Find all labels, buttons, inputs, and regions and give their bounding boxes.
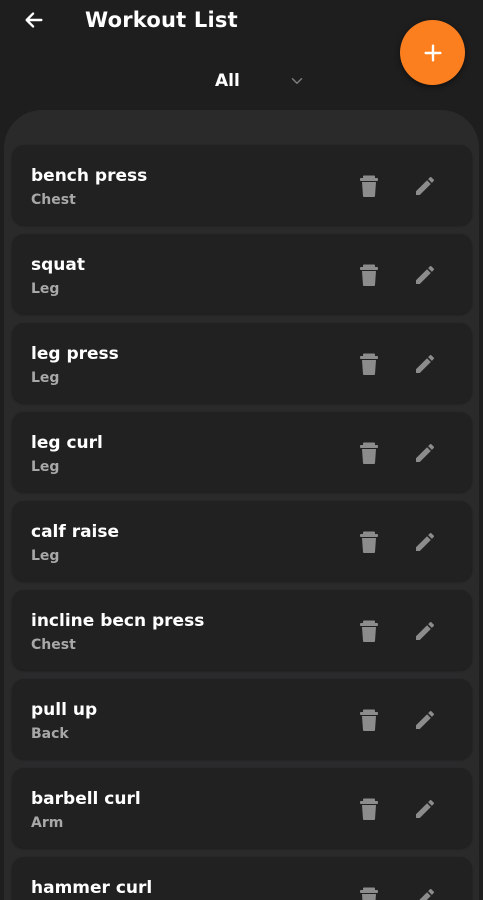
workout-category: Chest	[31, 637, 76, 653]
page-title: Workout List	[85, 8, 238, 32]
delete-workout-button[interactable]	[355, 795, 383, 823]
workout-name: pull up	[31, 700, 98, 720]
workout-category: Back	[31, 726, 69, 742]
delete-workout-button[interactable]	[355, 617, 383, 645]
delete-workout-button[interactable]	[355, 439, 383, 467]
delete-workout-button[interactable]	[355, 172, 383, 200]
edit-workout-button[interactable]	[411, 172, 439, 200]
trash-icon	[360, 620, 378, 642]
arrow-left-icon	[25, 12, 43, 28]
workout-card[interactable]: bench press Chest	[12, 145, 472, 225]
pencil-icon	[416, 710, 435, 729]
delete-workout-button[interactable]	[355, 261, 383, 289]
pencil-icon	[419, 888, 435, 900]
back-button[interactable]	[18, 4, 50, 36]
workout-name: bench press	[31, 166, 148, 186]
workout-card[interactable]: calf raise Leg	[12, 501, 472, 581]
workout-card[interactable]: pull up Back	[12, 679, 472, 759]
delete-workout-button[interactable]	[355, 884, 383, 900]
workout-name: squat	[31, 255, 85, 275]
pencil-icon	[416, 532, 435, 551]
edit-workout-button[interactable]	[411, 617, 439, 645]
pencil-icon	[416, 176, 435, 195]
edit-workout-button[interactable]	[411, 706, 439, 734]
workout-category: Leg	[31, 370, 60, 386]
delete-workout-button[interactable]	[355, 528, 383, 556]
workout-card[interactable]: leg curl Leg	[12, 412, 472, 492]
trash-icon	[360, 531, 378, 553]
add-workout-button[interactable]	[400, 20, 465, 85]
workout-category: Leg	[31, 281, 60, 297]
workout-category: Leg	[31, 548, 60, 564]
workout-category: Arm	[31, 815, 64, 831]
trash-icon	[360, 264, 378, 286]
workout-card[interactable]: leg press Leg	[12, 323, 472, 403]
delete-workout-button[interactable]	[355, 350, 383, 378]
trash-icon	[360, 887, 378, 900]
workout-category: Chest	[31, 192, 76, 208]
pencil-icon	[416, 443, 435, 462]
workout-card[interactable]: barbell curl Arm	[12, 768, 472, 848]
workout-name: calf raise	[31, 522, 120, 542]
pencil-icon	[416, 799, 435, 818]
chevron-down-icon	[291, 78, 303, 84]
edit-workout-button[interactable]	[411, 261, 439, 289]
trash-icon	[360, 798, 378, 820]
workout-card[interactable]: hammer curl	[12, 857, 472, 900]
workout-name: hammer curl	[31, 878, 153, 898]
edit-workout-button[interactable]	[411, 350, 439, 378]
pencil-icon	[416, 621, 435, 640]
trash-icon	[360, 353, 378, 375]
workout-list-screen: Workout List All bench press Chest squat Le…	[0, 0, 483, 900]
edit-workout-button[interactable]	[411, 884, 439, 900]
edit-workout-button[interactable]	[411, 795, 439, 823]
workout-card[interactable]: squat Leg	[12, 234, 472, 314]
trash-icon	[360, 709, 378, 731]
edit-workout-button[interactable]	[411, 528, 439, 556]
workout-category: Leg	[31, 459, 60, 475]
pencil-icon	[416, 354, 435, 373]
workout-name: leg press	[31, 344, 119, 364]
delete-workout-button[interactable]	[355, 706, 383, 734]
category-filter-dropdown[interactable]: All	[200, 66, 320, 96]
edit-workout-button[interactable]	[411, 439, 439, 467]
plus-icon	[423, 43, 442, 62]
pencil-icon	[416, 265, 435, 284]
workout-name: leg curl	[31, 433, 103, 453]
workout-card[interactable]: incline becn press Chest	[12, 590, 472, 670]
workout-name: incline becn press	[31, 611, 205, 631]
filter-selected-value: All	[215, 71, 240, 91]
workout-name: barbell curl	[31, 789, 141, 809]
trash-icon	[360, 442, 378, 464]
trash-icon	[360, 175, 378, 197]
